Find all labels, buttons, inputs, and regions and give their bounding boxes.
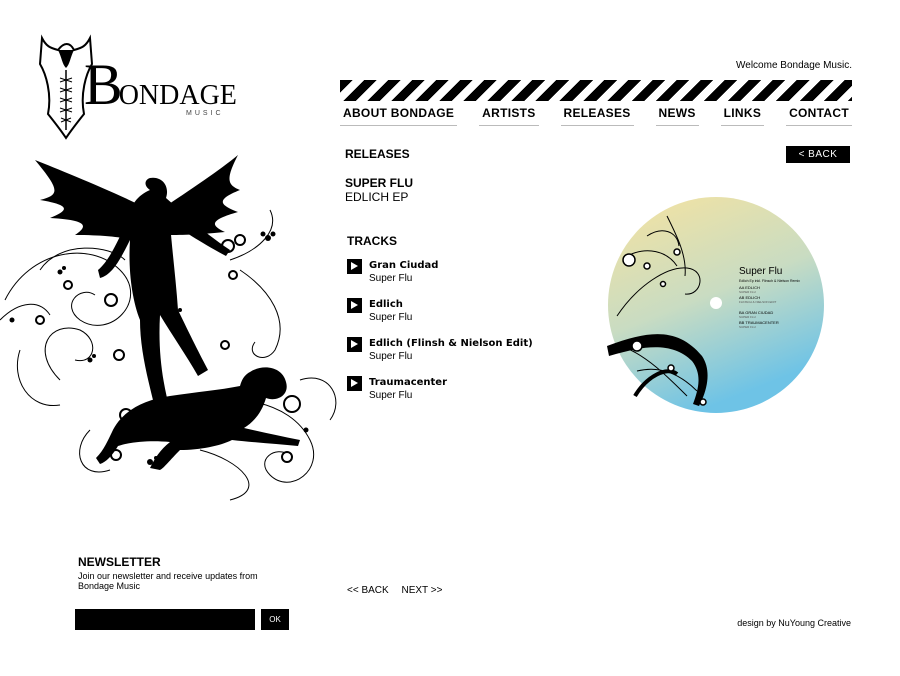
- site-logo[interactable]: BONDAGE MUSIC: [36, 34, 246, 140]
- track-artist: Super Flu: [369, 351, 413, 362]
- vinyl-label-subtitle: Edlich Ep inkl. Flinsch & Nielson Remix: [739, 279, 800, 283]
- nav-item-news[interactable]: NEWS: [655, 104, 699, 126]
- striped-header-bar: [340, 80, 852, 101]
- angel-silhouette-artwork: [0, 155, 337, 501]
- vinyl-record-label: Super Flu Edlich Ep inkl. Flinsch & Niel…: [607, 197, 824, 413]
- track-row: Edlich Super Flu: [347, 297, 587, 336]
- pager-back-link[interactable]: << BACK: [347, 585, 389, 596]
- play-icon[interactable]: [347, 259, 362, 274]
- track-artist: Super Flu: [369, 273, 413, 284]
- newsletter-title: NEWSLETTER: [78, 555, 161, 569]
- welcome-message: Welcome Bondage Music.: [736, 60, 852, 71]
- track-title[interactable]: Edlich (Flinsh & Nielson Edit): [369, 338, 533, 349]
- vinyl-track-artist: FLINSCH & NIELSON EDIT: [739, 300, 777, 304]
- newsletter-ok-button[interactable]: OK: [261, 609, 289, 630]
- nav-item-releases[interactable]: RELEASES: [560, 104, 634, 126]
- track-artist: Super Flu: [369, 390, 413, 401]
- vinyl-track-artist: SUPER FLU: [739, 290, 756, 294]
- vinyl-label-title: Super Flu: [739, 266, 782, 277]
- play-icon[interactable]: [347, 376, 362, 391]
- track-row: Edlich (Flinsh & Nielson Edit) Super Flu: [347, 336, 587, 375]
- pager: << BACK NEXT >>: [347, 585, 442, 596]
- vinyl-track-artist: SUPER FLU: [739, 325, 756, 329]
- track-list: Gran Ciudad Super Flu Edlich Super Flu E…: [347, 258, 587, 414]
- nav-item-artists[interactable]: ARTISTS: [479, 104, 539, 126]
- track-title[interactable]: Traumacenter: [369, 377, 447, 388]
- track-row: Traumacenter Super Flu: [347, 375, 587, 414]
- nav-item-contact[interactable]: CONTACT: [786, 104, 852, 126]
- newsletter-description: Join our newsletter and receive updates …: [78, 571, 258, 591]
- section-title: RELEASES: [345, 147, 410, 161]
- tracks-heading: TRACKS: [347, 234, 397, 248]
- main-nav: ABOUT BONDAGE ARTISTS RELEASES NEWS LINK…: [340, 104, 852, 126]
- nav-item-about-bondage[interactable]: ABOUT BONDAGE: [340, 104, 458, 126]
- vinyl-track-artist: SUPER FLU: [739, 315, 756, 319]
- track-row: Gran Ciudad Super Flu: [347, 258, 587, 297]
- play-icon[interactable]: [347, 337, 362, 352]
- design-credit[interactable]: design by NuYoung Creative: [737, 618, 851, 628]
- pager-next-link[interactable]: NEXT >>: [401, 585, 442, 596]
- newsletter-email-input[interactable]: [75, 609, 255, 630]
- track-title[interactable]: Gran Ciudad: [369, 260, 438, 271]
- release-artist: SUPER FLU: [345, 176, 414, 190]
- track-artist: Super Flu: [369, 312, 413, 323]
- nav-item-links[interactable]: LINKS: [720, 104, 765, 126]
- back-button[interactable]: < BACK: [786, 146, 850, 163]
- release-title: EDLICH EP: [345, 190, 409, 204]
- play-icon[interactable]: [347, 298, 362, 313]
- logo-subtitle: MUSIC: [186, 110, 224, 117]
- track-title[interactable]: Edlich: [369, 299, 403, 310]
